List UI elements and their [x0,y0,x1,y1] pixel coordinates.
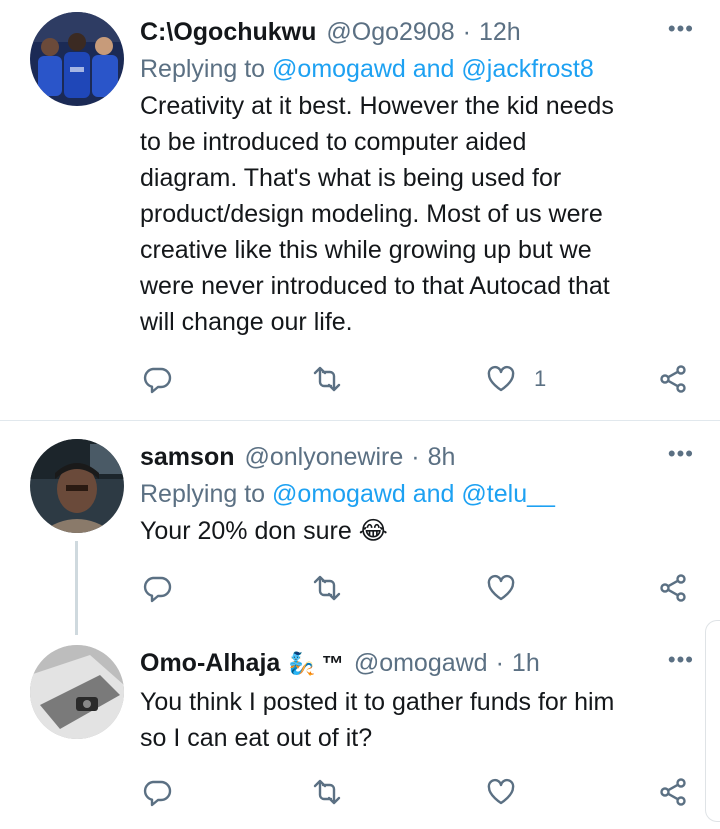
author-handle[interactable]: @onlyonewire [244,441,403,473]
tweet-text-line: were never introduced to that Autocad th… [140,272,610,300]
author-handle[interactable]: @omogawd [354,647,488,679]
replying-to-mentions[interactable]: @omogawd and @jackfrost8 [272,55,594,83]
avatar[interactable] [30,439,124,533]
avatar[interactable] [30,12,124,106]
tweet-text-line: Creativity at it best. However the kid n… [140,92,614,120]
like-button[interactable] [486,573,534,603]
tweet-text-line: creative like this while growing up but … [140,236,592,264]
tweet-2[interactable]: samson @onlyonewire · 8h ••• Replying to… [0,421,720,635]
tweet-text-line: to be introduced to computer aided [140,128,527,156]
author-name[interactable]: Omo-Alhaja [140,647,280,679]
tweet-actions [140,573,692,613]
author-name[interactable]: samson [140,441,234,473]
tweet-text-line: product/design modeling. Most of us were [140,200,603,228]
like-icon [487,778,515,805]
tweet-text-line: You think I posted it to gather funds fo… [140,688,615,716]
like-icon [487,574,515,601]
reply-button[interactable] [142,777,172,807]
reply-icon [143,576,172,603]
reply-icon [143,367,172,394]
reply-button[interactable] [142,573,172,603]
tweet-text-line: Your 20% don sure 😂 [140,517,388,545]
tweet-actions: 1 [140,364,692,404]
retweet-icon [313,779,341,805]
replying-to-label: Replying to [140,55,266,83]
tweet-text: Your 20% don sure 😂 [140,513,696,549]
more-icon[interactable]: ••• [668,441,694,467]
retweet-icon [313,366,341,392]
share-icon [660,574,686,602]
timestamp[interactable]: 8h [428,441,456,473]
like-icon [487,365,515,392]
tweet-text-line: so I can eat out of it? [140,724,373,752]
like-count: 1 [534,366,547,391]
avatar[interactable] [30,645,124,739]
tweet-text-line: diagram. That's what is being used for [140,164,562,192]
replying-to: Replying to @omogawd and @telu__ [140,477,696,511]
separator-dot: · [495,649,504,677]
retweet-button[interactable] [312,777,342,807]
author-name[interactable]: C:\Ogochukwu [140,16,316,48]
share-button[interactable] [658,573,688,603]
replying-to-label: Replying to [140,480,266,508]
share-button[interactable] [658,364,688,394]
more-icon[interactable]: ••• [668,647,694,673]
like-button[interactable] [486,777,534,807]
tweet-3[interactable]: Omo-Alhaja 🧞 ™ @omogawd · 1h ••• You thi… [0,635,720,829]
retweet-button[interactable] [312,364,342,394]
share-icon [660,778,686,806]
name-badge: 🧞 ™ [288,651,344,676]
share-icon [660,365,686,393]
thread-line [75,541,78,635]
scroll-handle[interactable] [705,620,720,822]
retweet-icon [313,575,341,601]
tweet-1[interactable]: C:\Ogochukwu @Ogo2908 · 12h ••• Replying… [0,0,720,420]
replying-to-mentions[interactable]: @omogawd and @telu__ [272,480,555,508]
tweet-text-line: will change our life. [140,308,353,336]
tweet-text: Creativity at it best. However the kid n… [140,88,696,340]
tweet-actions [140,777,692,817]
retweet-button[interactable] [312,573,342,603]
separator-dot: · [462,18,471,46]
separator-dot: · [411,443,420,471]
like-button[interactable]: 1 [486,364,546,394]
author-handle[interactable]: @Ogo2908 [326,16,454,48]
reply-button[interactable] [142,364,172,394]
reply-icon [143,780,172,807]
tweet-text: You think I posted it to gather funds fo… [140,684,696,756]
more-icon[interactable]: ••• [668,16,694,42]
timestamp[interactable]: 12h [479,16,521,48]
share-button[interactable] [658,777,688,807]
timestamp[interactable]: 1h [512,647,540,679]
replying-to: Replying to @omogawd and @jackfrost8 [140,52,696,86]
